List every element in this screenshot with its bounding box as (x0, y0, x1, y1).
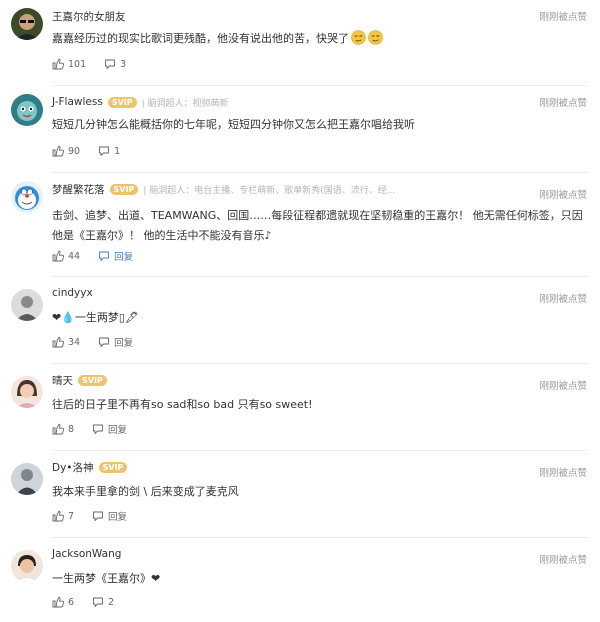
timestamp: 刚刚被点赞 (539, 294, 587, 305)
thumbs-up-icon (52, 250, 64, 262)
reply-count: 2 (108, 596, 115, 608)
like-count: 34 (68, 336, 81, 348)
like-count: 90 (68, 145, 81, 157)
like-button[interactable]: 90 (52, 145, 80, 157)
username[interactable]: JacksonWang (52, 548, 121, 560)
portrait-avatar-icon[interactable] (11, 289, 43, 321)
like-count: 6 (68, 596, 75, 608)
speech-bubble-icon (93, 424, 103, 434)
comment-text: 我本来手里拿的剑 \ 后来变成了麦克风 (52, 485, 239, 498)
smirk-emoji-icon (368, 30, 383, 45)
comment-item: J-Flawless SVIP | 脑洞超人：视频萌新 刚刚被点赞 短短几分钟怎… (0, 86, 600, 173)
reply-button[interactable]: 3 (104, 58, 126, 70)
speech-bubble-icon (93, 511, 103, 521)
comment-item: JacksonWang 刚刚被点赞 一生两梦《王嘉尔》❤ 6 2 (0, 538, 600, 622)
reply-button[interactable]: 2 (92, 596, 114, 608)
username[interactable]: 晴天 (52, 373, 73, 388)
speech-bubble-icon (105, 59, 116, 69)
comment-item: 梦醒繁花落 SVIP | 脑洞超人：电台主播、专栏萌新、歌单新秀(国语、流行、经… (0, 173, 600, 277)
thumbs-up-icon (52, 510, 64, 522)
reply-button[interactable]: 回复 (92, 422, 127, 436)
svip-badge: SVIP (78, 374, 107, 386)
doraemon-avatar-icon[interactable] (11, 181, 43, 213)
like-button[interactable]: 34 (52, 336, 80, 348)
like-button[interactable]: 44 (52, 250, 80, 262)
like-count: 7 (68, 510, 75, 522)
comment-text: 嘉嘉经历过的现实比歌词更残酷，他没有说出他的苦，快哭了 (52, 29, 592, 48)
reply-button[interactable]: 1 (98, 145, 120, 157)
sunglasses-avatar-icon[interactable] (11, 8, 43, 40)
reply-label: 回复 (108, 425, 128, 436)
face-avatar-icon[interactable] (11, 550, 43, 582)
thumbs-up-icon (52, 596, 64, 608)
speech-bubble-icon (99, 146, 110, 156)
timestamp: 刚刚被点赞 (539, 555, 587, 566)
comment-item: 王嘉尔的女朋友 刚刚被点赞 嘉嘉经历过的现实比歌词更残酷，他没有说出他的苦，快哭… (0, 0, 600, 86)
like-button[interactable]: 6 (52, 596, 74, 608)
reply-label: 回复 (108, 512, 128, 523)
girl-avatar-icon[interactable] (11, 376, 43, 408)
svip-badge: SVIP (98, 461, 128, 473)
user-tags: | 脑洞超人：视频萌新 (141, 98, 229, 109)
speech-bubble-icon (99, 251, 110, 261)
comment-text: 短短几分钟怎么能概括你的七年呢，短短四分钟你又怎么把王嘉尔唱给我听 (52, 118, 415, 131)
like-count: 101 (68, 58, 87, 70)
comment-item: cindyyx 刚刚被点赞 ❤💧一生两梦▯🖋 34 回复 (0, 277, 600, 364)
username[interactable]: 王嘉尔的女朋友 (52, 9, 126, 24)
like-button[interactable]: 101 (52, 58, 86, 70)
username[interactable]: Dy•洛神 (52, 460, 94, 475)
reply-label: 回复 (114, 252, 134, 263)
timestamp: 刚刚被点赞 (539, 12, 587, 23)
thumbs-up-icon (52, 336, 64, 348)
user-tags: | 脑洞超人：电台主播、专栏萌新、歌单新秀(国语、流行、经... (143, 185, 396, 196)
reply-button[interactable]: 回复 (98, 335, 133, 349)
reply-button[interactable]: 回复 (92, 509, 127, 523)
username[interactable]: cindyyx (52, 287, 93, 299)
username[interactable]: 梦醒繁花落 (52, 182, 105, 197)
like-button[interactable]: 8 (52, 423, 74, 435)
comment-text: 击剑、追梦、出道、TEAMWANG、回国……每段征程都遗就现在坚韧稳重的王嘉尔！… (52, 209, 583, 242)
username[interactable]: J-Flawless (52, 96, 103, 108)
comment-item: 晴天 SVIP 刚刚被点赞 往后的日子里不再有so sad和so bad 只有s… (0, 364, 600, 451)
timestamp: 刚刚被点赞 (539, 190, 587, 201)
like-button[interactable]: 7 (52, 510, 74, 522)
cartoon-avatar-icon[interactable] (11, 94, 43, 126)
speech-bubble-icon (99, 337, 110, 347)
comment-text: 一生两梦《王嘉尔》❤ (52, 572, 161, 585)
smirk-emoji-icon (351, 30, 366, 45)
comment-text: 往后的日子里不再有so sad和so bad 只有so sweet! (52, 398, 313, 411)
svip-badge: SVIP (107, 96, 137, 108)
thumbs-up-icon (52, 423, 64, 435)
reply-label: 回复 (114, 338, 134, 349)
reply-button[interactable]: 回复 (98, 249, 133, 263)
comment-text: ❤💧一生两梦▯🖋 (52, 311, 139, 324)
timestamp: 刚刚被点赞 (539, 381, 587, 392)
person-avatar-icon[interactable] (11, 463, 43, 495)
reply-count: 3 (120, 58, 127, 70)
like-count: 8 (68, 423, 75, 435)
speech-bubble-icon (93, 597, 103, 607)
timestamp: 刚刚被点赞 (539, 98, 587, 109)
thumbs-up-icon (52, 58, 64, 70)
like-count: 44 (68, 250, 81, 262)
comment-list: 王嘉尔的女朋友 刚刚被点赞 嘉嘉经历过的现实比歌词更残酷，他没有说出他的苦，快哭… (0, 0, 600, 622)
thumbs-up-icon (52, 145, 64, 157)
svip-badge: SVIP (109, 183, 139, 195)
comment-item: Dy•洛神 SVIP 刚刚被点赞 我本来手里拿的剑 \ 后来变成了麦克风 7 回… (0, 451, 600, 538)
timestamp: 刚刚被点赞 (539, 468, 587, 479)
reply-count: 1 (114, 145, 121, 157)
